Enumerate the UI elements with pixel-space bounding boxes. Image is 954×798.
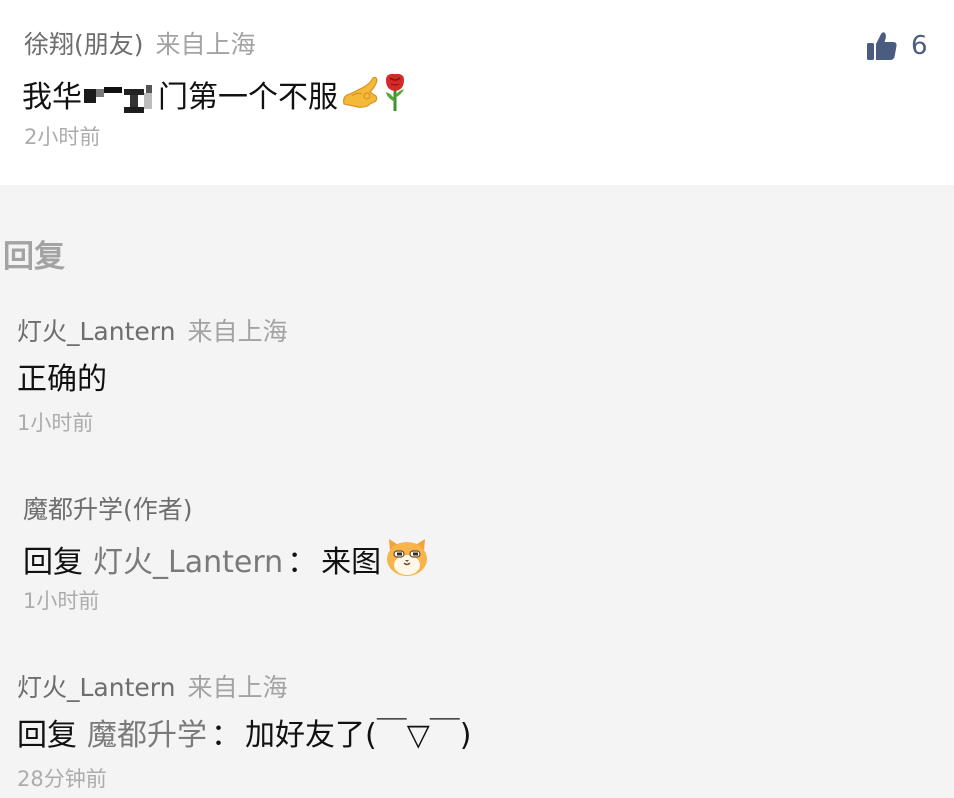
reply-target-name[interactable]: 灯火_Lantern xyxy=(93,542,283,584)
reply-colon: ： xyxy=(287,545,318,580)
replies-section: 回复 灯火_Lantern 来自上海 正确的 1小时前 魔都升学(作者) 回复 灯火… xyxy=(0,185,954,798)
ok-hand-emoji-icon xyxy=(340,74,380,122)
comment-location: 来自上海 xyxy=(155,30,256,59)
comment-page: 徐翔(朋友) 来自上海 我华 门第一个不服 2小时前 6 回复 灯火_Lante… xyxy=(0,0,954,798)
reply-author-name[interactable]: 灯火_Lantern xyxy=(17,673,175,702)
reply-time: 28分钟前 xyxy=(17,767,107,791)
reply-message: 加好友了(￣▽￣) xyxy=(245,718,472,753)
reply-text: 回复 灯火_Lantern：来图 xyxy=(23,537,429,589)
reply-author-name[interactable]: 灯火_Lantern xyxy=(17,317,175,346)
reply-prefix: 回复 xyxy=(17,718,77,753)
reply-message: 来图 xyxy=(321,545,382,580)
like-button[interactable]: 6 xyxy=(866,26,928,66)
like-count: 6 xyxy=(911,31,928,61)
comment-text: 我华 门第一个不服 xyxy=(22,72,408,124)
reply-location: 来自上海 xyxy=(187,673,288,702)
replies-heading: 回复 xyxy=(3,239,65,275)
comment-author-name[interactable]: 徐翔(朋友) xyxy=(24,30,144,59)
reply-text: 正确的 xyxy=(17,362,107,397)
comment-author-line: 徐翔(朋友) 来自上海 xyxy=(24,28,256,62)
reply-author-line: 灯火_Lantern 来自上海 xyxy=(17,315,287,349)
reply-location: 来自上海 xyxy=(187,317,288,346)
reply-time: 1小时前 xyxy=(17,411,94,435)
reply-author-line: 魔都升学(作者) xyxy=(23,493,193,527)
reply-target-name[interactable]: 魔都升学 xyxy=(87,715,207,757)
reply-text: 回复 魔都升学：加好友了(￣▽￣) xyxy=(17,715,471,757)
comment-time: 2小时前 xyxy=(24,125,101,149)
reply-colon: ： xyxy=(211,718,241,753)
cat-emoji-icon xyxy=(385,537,429,589)
reply-author-line: 灯火_Lantern 来自上海 xyxy=(17,671,287,705)
thumbs-up-icon xyxy=(866,30,898,62)
reply-author-name[interactable]: 魔都升学(作者) xyxy=(23,495,193,524)
redacted-mosaic xyxy=(84,83,156,113)
comment-text-start: 我华 xyxy=(22,80,82,115)
comment-text-end: 门第一个不服 xyxy=(158,80,338,115)
reply-time: 1小时前 xyxy=(23,589,100,613)
reply-prefix: 回复 xyxy=(23,545,83,580)
rose-emoji-icon xyxy=(382,72,408,124)
main-comment: 徐翔(朋友) 来自上海 我华 门第一个不服 2小时前 6 xyxy=(0,0,954,185)
